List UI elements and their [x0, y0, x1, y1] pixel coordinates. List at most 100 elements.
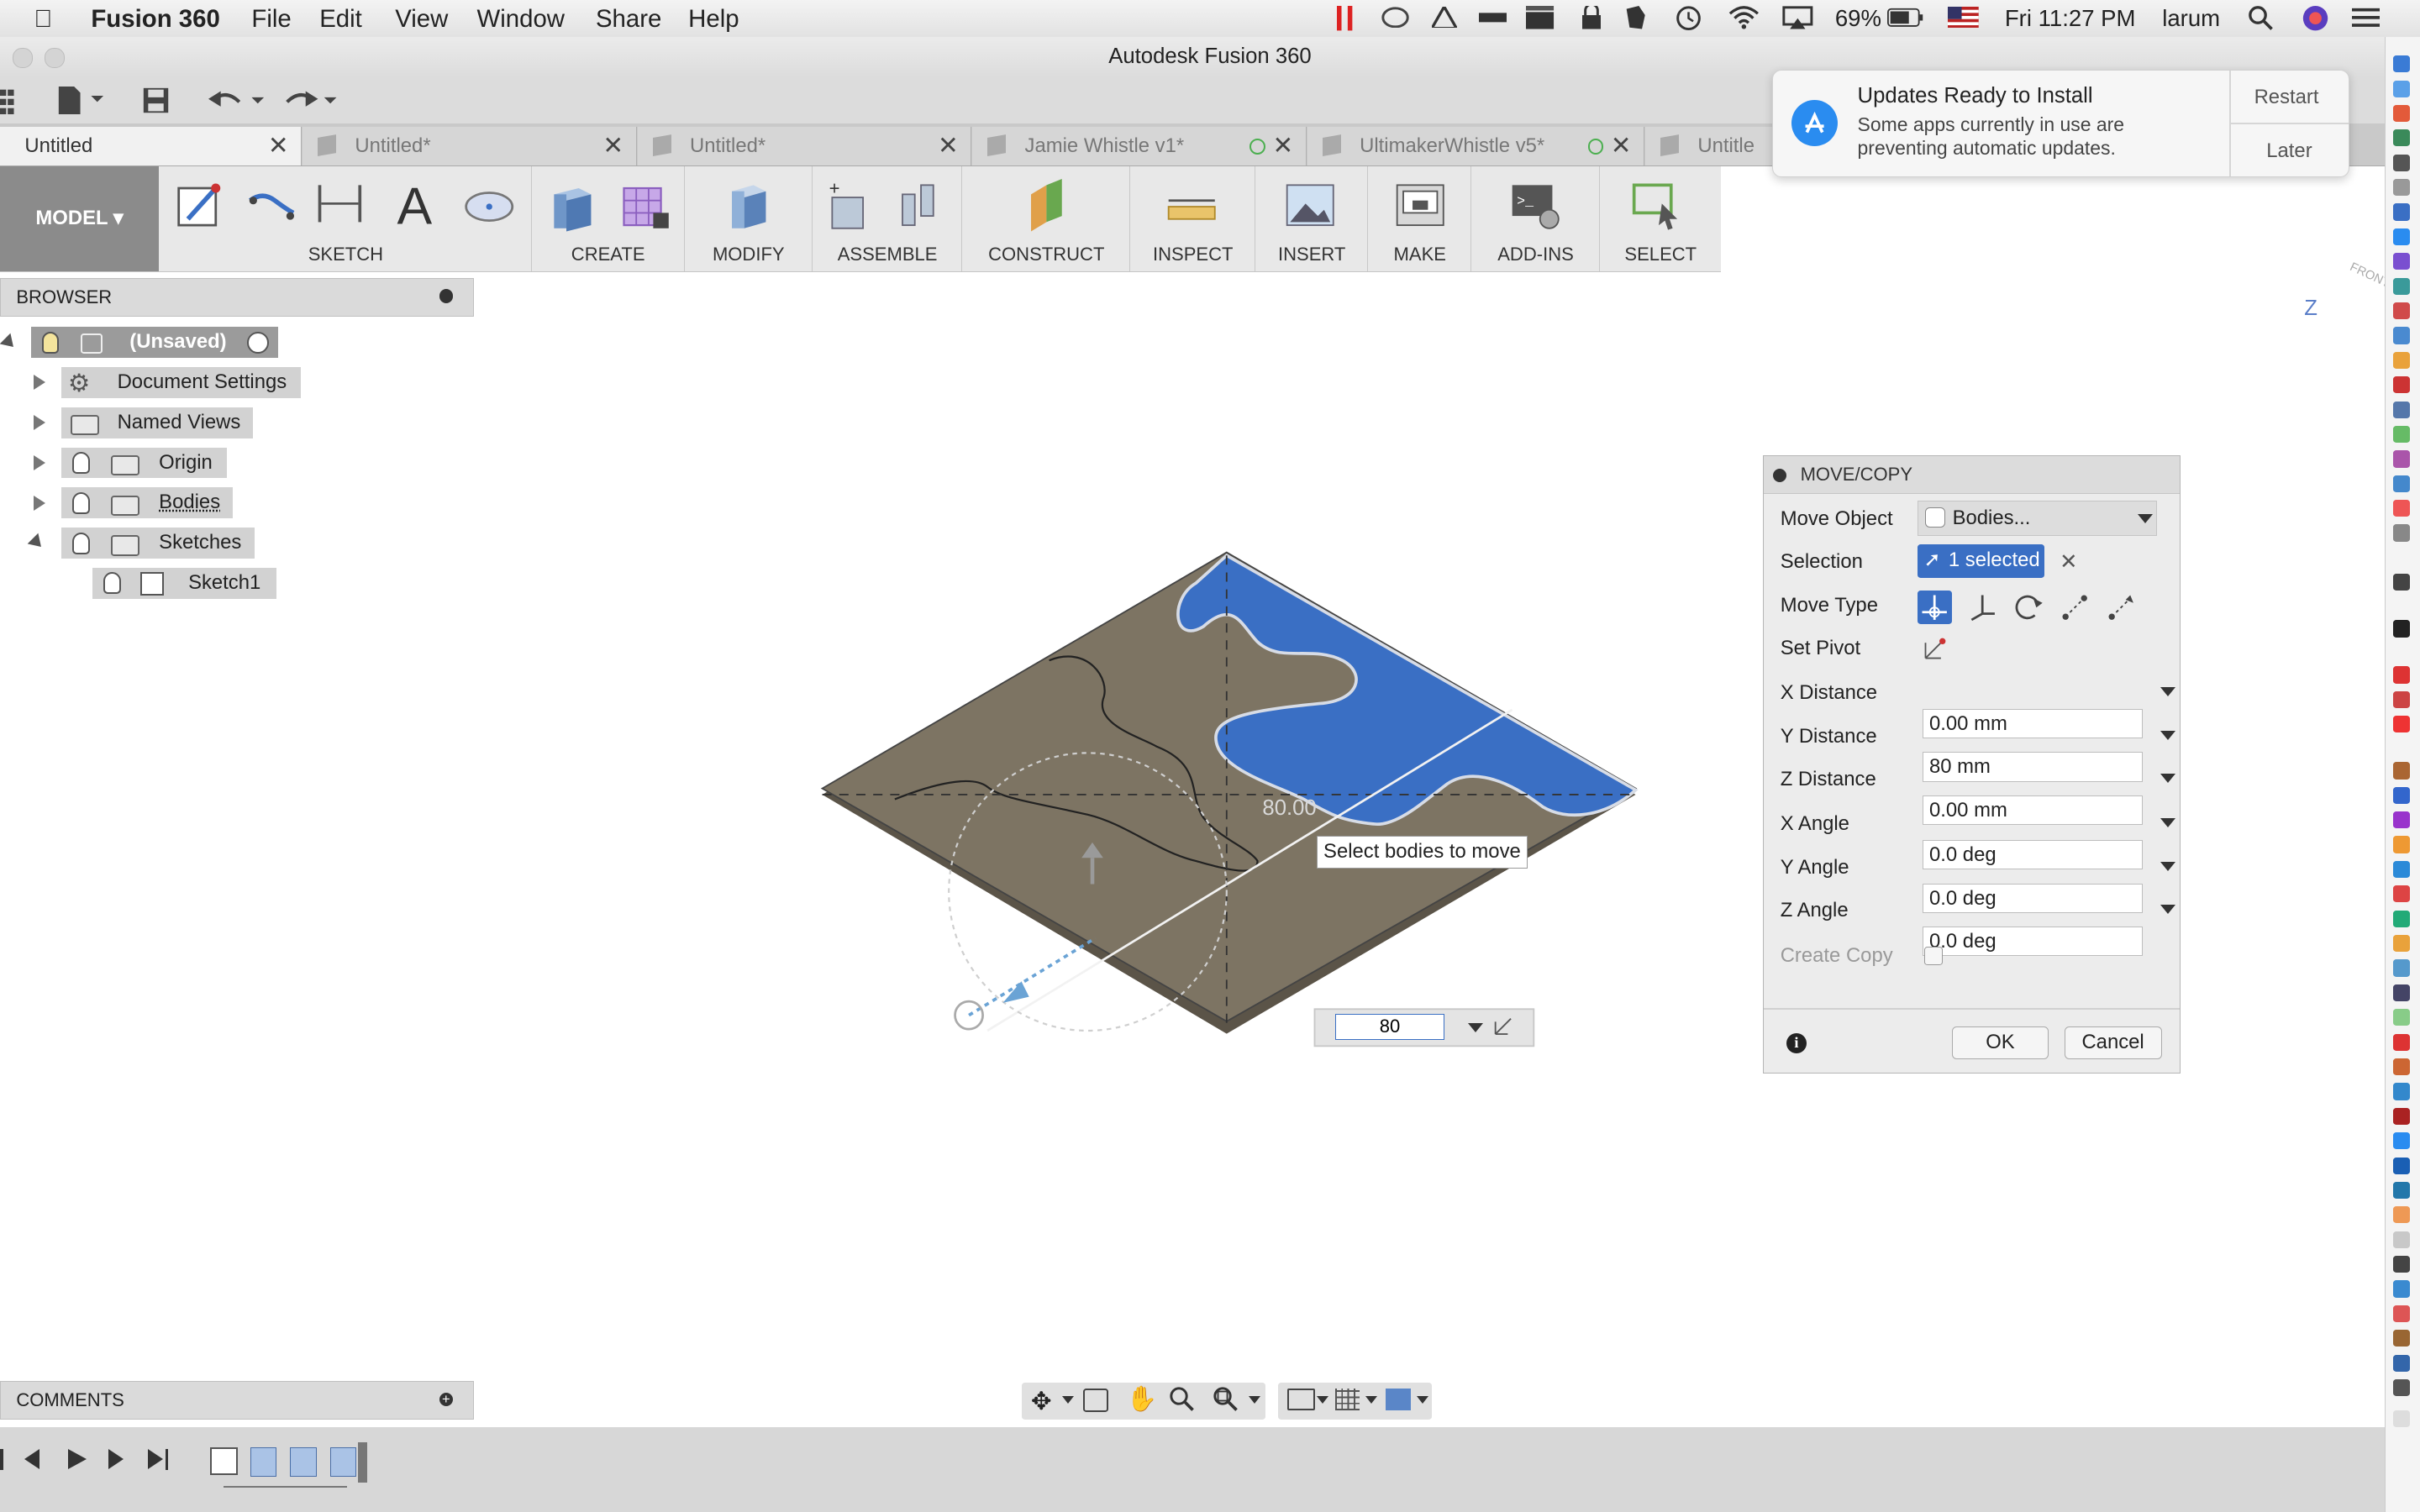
ok-button[interactable]: OK [1951, 1026, 2049, 1060]
siri-icon[interactable] [2302, 6, 2328, 31]
step-back-icon[interactable] [24, 1448, 40, 1469]
display-settings-icon[interactable] [1286, 1389, 1316, 1411]
timeline-extrude-icon[interactable] [250, 1446, 276, 1477]
point-to-point-icon[interactable] [2058, 591, 2091, 624]
dock-app-icon[interactable] [2392, 129, 2411, 147]
collapse-dialog-icon[interactable] [1772, 468, 1787, 483]
chevron-down-icon[interactable] [1061, 1396, 1074, 1404]
joint-icon[interactable] [893, 179, 943, 228]
distance-input[interactable] [1334, 1013, 1445, 1041]
notification-center-icon[interactable] [2352, 6, 2381, 28]
select-group[interactable]: SELECT [1601, 166, 1721, 271]
sketch-group[interactable]: A SKETCH [160, 166, 532, 272]
y-distance-dropdown-icon[interactable] [2160, 730, 2175, 740]
clock[interactable]: Fri 11:27 PM [2005, 5, 2136, 32]
expand-arrow-icon[interactable] [34, 375, 45, 391]
3d-print-icon[interactable] [1394, 179, 1444, 228]
save-icon[interactable] [142, 87, 173, 114]
timeline-extrude-icon[interactable] [290, 1446, 317, 1477]
dock-app-icon[interactable] [2392, 1107, 2411, 1125]
viewports-icon[interactable] [1386, 1389, 1411, 1410]
make-group[interactable]: MAKE [1369, 166, 1472, 272]
measure-icon[interactable] [1165, 179, 1216, 228]
insert-group[interactable]: INSERT [1256, 166, 1369, 272]
tab-untitled-3[interactable]: Untitled* ✕ [637, 126, 972, 165]
close-tab-icon[interactable]: ✕ [268, 127, 289, 165]
chevron-down-icon[interactable] [1316, 1396, 1328, 1404]
translate-icon[interactable] [1965, 591, 1999, 624]
dock-app-icon[interactable] [2392, 376, 2411, 394]
selection-button[interactable]: ➚ 1 selected [1918, 543, 2044, 578]
dialog-header[interactable]: MOVE/COPY [1763, 455, 2181, 494]
us-flag-icon[interactable] [1947, 6, 1979, 29]
step-forward-icon[interactable] [108, 1448, 124, 1469]
dock-app-icon[interactable] [2392, 1305, 2411, 1323]
dock-app-icon[interactable] [2392, 500, 2411, 517]
dock-app-icon[interactable] [2392, 1379, 2411, 1397]
form-icon[interactable] [619, 179, 669, 228]
y-angle-dropdown-icon[interactable] [2160, 861, 2175, 871]
dock-app-icon[interactable] [2392, 1280, 2411, 1298]
dock-app-icon[interactable] [2392, 1354, 2411, 1372]
lightbulb-icon[interactable] [72, 532, 90, 554]
dock-app-icon[interactable] [2392, 1410, 2411, 1427]
z-angle-dropdown-icon[interactable] [2160, 905, 2175, 915]
dock-app-icon[interactable] [2392, 104, 2411, 123]
dock-app-icon[interactable] [2392, 179, 2411, 197]
free-move-icon[interactable] [1918, 590, 1952, 624]
dock-app-icon[interactable] [2392, 228, 2411, 246]
dock-app-icon[interactable] [2392, 1330, 2411, 1347]
addins-group[interactable]: >_ ADD-INS [1472, 166, 1600, 272]
timeline-move-icon[interactable] [330, 1446, 357, 1477]
timeline-marker[interactable] [358, 1442, 368, 1483]
expand-arrow-icon[interactable] [34, 454, 45, 470]
go-to-start-icon[interactable] [0, 1448, 3, 1471]
collapse-panel-icon[interactable] [439, 289, 454, 303]
fit-icon[interactable] [1213, 1387, 1238, 1412]
dock-app-icon[interactable] [2392, 984, 2411, 1001]
close-tab-icon[interactable]: ✕ [1273, 127, 1294, 165]
file-menu-icon[interactable] [57, 86, 107, 114]
dock-app-icon[interactable] [2392, 786, 2411, 804]
assemble-group[interactable]: + ASSEMBLE [813, 166, 963, 272]
tab-jamie-whistle[interactable]: Jamie Whistle v1* ✕ [972, 126, 1307, 165]
set-pivot-icon[interactable] [1921, 635, 1949, 663]
evernote-icon[interactable] [1623, 6, 1648, 29]
collapse-arrow-icon[interactable] [27, 533, 47, 553]
tab-untitled-1[interactable]: Untitled ✕ [0, 126, 302, 165]
close-tab-icon[interactable]: ✕ [938, 127, 959, 165]
x-distance-dropdown-icon[interactable] [2160, 687, 2175, 697]
play-icon[interactable] [67, 1448, 87, 1469]
dock-app-icon[interactable] [2392, 620, 2411, 638]
dock-app-icon[interactable] [2392, 475, 2411, 492]
dock-app-icon[interactable] [2392, 302, 2411, 320]
minimize-window-button[interactable] [45, 47, 66, 68]
cancel-button[interactable]: Cancel [2064, 1026, 2162, 1060]
lightbulb-icon[interactable] [72, 491, 90, 514]
grid-icon[interactable] [1334, 1389, 1360, 1410]
tree-item-named-views[interactable]: Named Views [0, 407, 256, 438]
dock-app-icon[interactable] [2392, 666, 2411, 684]
creative-cloud-icon[interactable] [1381, 6, 1409, 28]
lightbulb-icon[interactable] [41, 331, 60, 354]
tree-item-document-settings[interactable]: ⚙ Document Settings [0, 367, 302, 398]
construct-group[interactable]: CONSTRUCT [963, 166, 1131, 272]
clear-selection-icon[interactable]: ✕ [2060, 547, 2078, 578]
lock-icon[interactable] [1581, 3, 1607, 29]
dock-app-icon[interactable] [2392, 1181, 2411, 1200]
dock-app-icon[interactable] [2392, 959, 2411, 977]
input-dropdown-icon[interactable] [1467, 1022, 1483, 1032]
close-tab-icon[interactable]: ✕ [602, 127, 623, 165]
tab-ultimaker-whistle[interactable]: UltimakerWhistle v5* ✕ [1307, 126, 1645, 165]
menu-edit[interactable]: Edit [319, 5, 362, 34]
tab-untitled-2[interactable]: Untitled* ✕ [302, 126, 637, 165]
apple-menu-icon[interactable]:  [34, 5, 52, 34]
dock-app-icon[interactable] [2392, 524, 2411, 542]
create-sketch-icon[interactable] [176, 179, 225, 228]
press-pull-icon[interactable] [723, 179, 772, 228]
tree-item-bodies[interactable]: Bodies [0, 487, 238, 519]
go-to-end-icon[interactable] [148, 1448, 163, 1469]
airplay-icon[interactable] [1782, 6, 1813, 29]
lightbulb-icon[interactable] [103, 572, 121, 595]
battery-app-icon[interactable] [1478, 6, 1507, 28]
